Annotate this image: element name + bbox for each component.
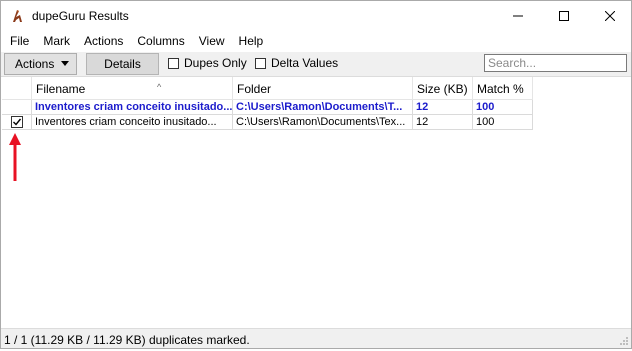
details-button-label: Details bbox=[104, 57, 141, 71]
maximize-icon bbox=[559, 11, 569, 21]
close-button[interactable] bbox=[587, 1, 632, 31]
header-size[interactable]: Size (KB) bbox=[413, 77, 473, 100]
menu-columns[interactable]: Columns bbox=[130, 31, 191, 52]
match-cell: 100 bbox=[473, 100, 533, 115]
header-folder[interactable]: Folder bbox=[233, 77, 413, 100]
sort-ascending-icon: ^ bbox=[157, 82, 162, 92]
actions-dropdown-button[interactable]: Actions bbox=[4, 53, 77, 75]
menu-actions[interactable]: Actions bbox=[77, 31, 130, 52]
match-cell: 100 bbox=[473, 115, 533, 130]
row-checkbox[interactable] bbox=[10, 116, 23, 128]
size-cell: 12 bbox=[413, 115, 473, 130]
menu-mark[interactable]: Mark bbox=[36, 31, 77, 52]
main-window: dupeGuru Results File Mark Actions Colum… bbox=[0, 0, 632, 349]
folder-cell: C:\Users\Ramon\Documents\T... bbox=[233, 100, 413, 115]
row-check-cell bbox=[2, 100, 32, 115]
delta-values-checkbox[interactable]: Delta Values bbox=[255, 56, 338, 70]
delta-values-label: Delta Values bbox=[271, 56, 339, 70]
row-check-cell bbox=[2, 115, 32, 130]
status-bar: 1 / 1 (11.29 KB / 11.29 KB) duplicates m… bbox=[1, 328, 631, 348]
dropdown-arrow-icon bbox=[61, 61, 69, 66]
checkmark-icon bbox=[12, 118, 21, 126]
filename-cell: Inventores criam conceito inusitado... bbox=[32, 115, 233, 130]
header-filename[interactable]: ^ Filename bbox=[32, 77, 233, 100]
menu-file[interactable]: File bbox=[1, 31, 36, 52]
delta-values-checkbox-box[interactable] bbox=[255, 57, 266, 69]
close-icon bbox=[605, 11, 615, 21]
results-table: ^ Filename Folder Size (KB) Match % Inve… bbox=[2, 77, 631, 328]
dupes-only-label: Dupes Only bbox=[184, 56, 247, 70]
status-text: 1 / 1 (11.29 KB / 11.29 KB) duplicates m… bbox=[4, 333, 250, 347]
minimize-button[interactable] bbox=[495, 1, 541, 31]
minimize-icon bbox=[513, 15, 523, 17]
maximize-button[interactable] bbox=[541, 1, 587, 31]
menu-bar: File Mark Actions Columns View Help bbox=[1, 31, 631, 52]
table-row-duplicate[interactable]: Inventores criam conceito inusitado... C… bbox=[2, 115, 533, 130]
dupes-only-checkbox[interactable]: Dupes Only bbox=[168, 56, 247, 70]
details-button[interactable]: Details bbox=[86, 53, 159, 75]
window-title: dupeGuru Results bbox=[32, 9, 129, 23]
resize-grip-icon[interactable] bbox=[619, 336, 629, 346]
header-check[interactable] bbox=[2, 77, 32, 100]
dupes-only-checkbox-box[interactable] bbox=[168, 57, 179, 69]
toolbar: Actions Details Dupes Only Delta Values bbox=[1, 52, 631, 77]
title-bar[interactable]: dupeGuru Results bbox=[1, 1, 631, 31]
actions-button-label: Actions bbox=[15, 57, 55, 71]
search-input[interactable] bbox=[484, 54, 627, 72]
dupeguru-app-icon bbox=[13, 10, 22, 22]
size-cell: 12 bbox=[413, 100, 473, 115]
filename-cell: Inventores criam conceito inusitado... bbox=[32, 100, 233, 115]
header-match[interactable]: Match % bbox=[473, 77, 533, 100]
menu-view[interactable]: View bbox=[192, 31, 232, 52]
table-row-reference[interactable]: Inventores criam conceito inusitado... C… bbox=[2, 100, 533, 115]
menu-help[interactable]: Help bbox=[232, 31, 271, 52]
folder-cell: C:\Users\Ramon\Documents\Tex... bbox=[233, 115, 413, 130]
red-up-arrow-icon bbox=[9, 133, 21, 181]
